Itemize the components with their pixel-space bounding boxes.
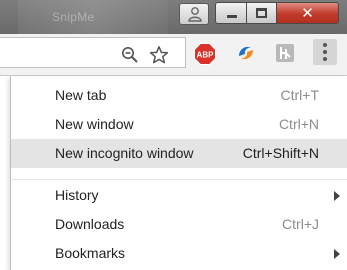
minimize-icon — [227, 15, 237, 18]
menu-item-new-tab[interactable]: New tab Ctrl+T — [11, 81, 347, 110]
menu-item-label: New tab — [55, 87, 107, 103]
menu-item-history[interactable]: History — [11, 181, 347, 210]
user-icon — [188, 7, 202, 22]
maximize-button[interactable] — [247, 2, 277, 24]
chrome-menu-button[interactable] — [313, 39, 337, 65]
adblock-plus-label: ABP — [197, 51, 215, 60]
close-button[interactable]: ✕ — [277, 2, 339, 24]
profile-button[interactable] — [179, 3, 209, 25]
address-bar[interactable] — [0, 37, 186, 68]
chrome-dropdown-menu: New tab Ctrl+T New window Ctrl+N New inc… — [10, 76, 347, 270]
menu-item-label: Downloads — [55, 216, 125, 232]
extension-icon[interactable] — [236, 43, 256, 63]
maximize-icon — [256, 8, 267, 18]
menu-item-shortcut: Ctrl+N — [278, 116, 319, 132]
background-tab[interactable]: SnipMe — [18, 0, 168, 34]
menu-item-downloads[interactable]: Downloads Ctrl+J — [11, 210, 347, 239]
submenu-arrow-icon — [334, 191, 340, 201]
chrome-menu-icon — [323, 43, 327, 47]
menu-item-new-incognito-window[interactable]: New incognito window Ctrl+Shift+N — [11, 139, 347, 168]
minimize-button[interactable] — [215, 2, 247, 24]
menu-separator — [11, 179, 347, 180]
menu-item-label: History — [55, 187, 99, 203]
submenu-arrow-icon — [334, 249, 340, 259]
menu-item-new-window[interactable]: New window Ctrl+N — [11, 110, 347, 139]
menu-item-label: New incognito window — [55, 145, 194, 161]
star-icon[interactable] — [149, 45, 169, 65]
zoom-icon[interactable] — [121, 46, 139, 64]
window-titlebar: SnipMe ✕ — [0, 0, 347, 34]
menu-item-bookmarks[interactable]: Bookmarks — [11, 239, 347, 268]
menu-item-shortcut: Ctrl+T — [280, 87, 320, 103]
menu-item-label: New window — [55, 116, 134, 132]
close-icon: ✕ — [301, 4, 314, 22]
browser-toolbar: ABP — [0, 34, 347, 76]
adblock-plus-icon[interactable]: ABP — [194, 43, 216, 65]
extension-icon[interactable] — [275, 43, 295, 63]
menu-item-shortcut: Ctrl+J — [282, 216, 319, 232]
menu-item-shortcut: Ctrl+Shift+N — [242, 145, 319, 161]
menu-item-label: Bookmarks — [55, 245, 126, 261]
background-tab-title: SnipMe — [52, 10, 95, 24]
